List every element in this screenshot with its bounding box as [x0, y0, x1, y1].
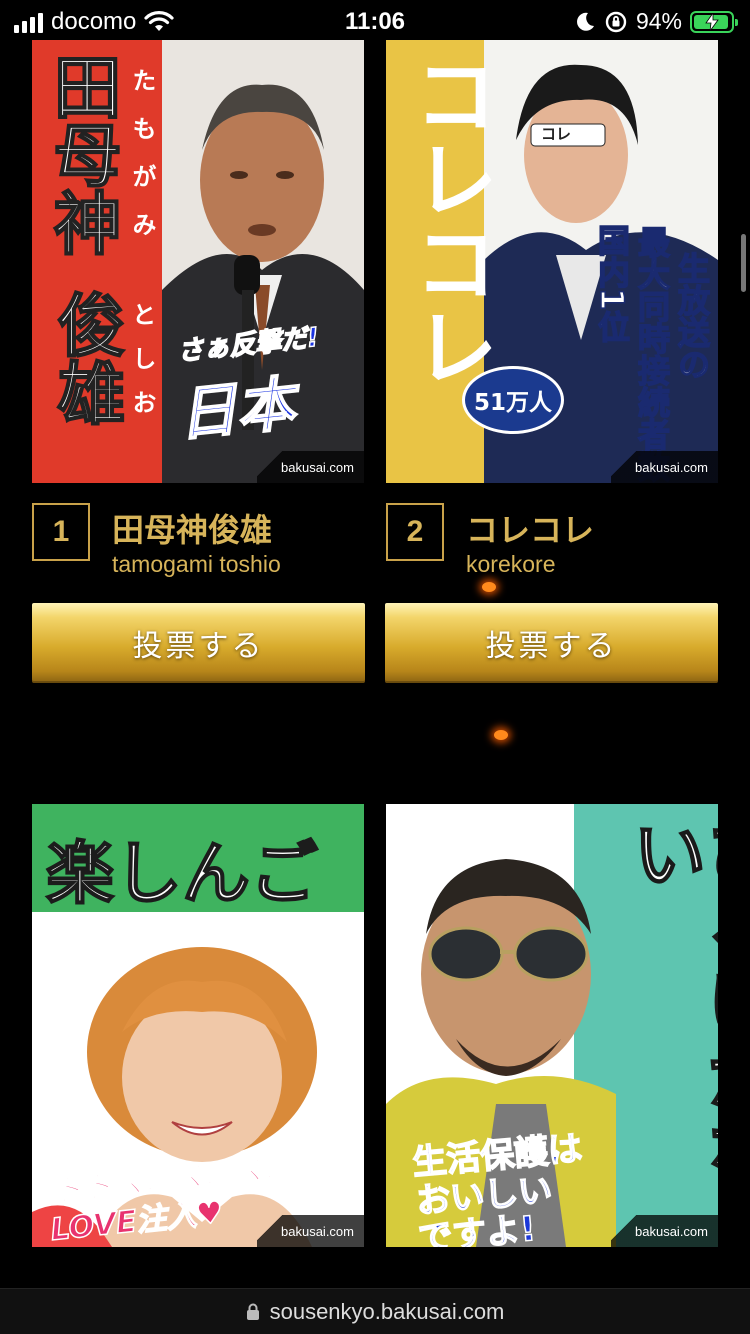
battery-icon [690, 10, 738, 33]
ember-decoration [494, 730, 508, 740]
orientation-lock-icon [605, 11, 627, 32]
poster-tagline-1: 生放送の [672, 251, 712, 381]
poster-slogan-big: 日本 [174, 368, 298, 450]
vote-button[interactable]: 投票する [385, 603, 718, 683]
poster-furigana-given: としお [128, 302, 156, 434]
moon-icon [577, 12, 594, 31]
candidate-romaji: korekore [466, 551, 556, 577]
vote-button[interactable]: 投票する [32, 603, 365, 683]
poster-bubble: 51万人 [462, 366, 564, 434]
url-bar[interactable]: sousenkyo.bakusai.com [0, 1288, 750, 1334]
poster-mask-text: コレ [541, 125, 572, 143]
candidate-name: 田母神俊雄 [112, 511, 273, 549]
poster-name-vertical: コレコレ [401, 52, 499, 388]
poster-furigana-family: たもがみ [128, 68, 156, 260]
candidate-poster-4[interactable]: ひろゆかない 生活保護は おいしい ですよ! bakusai.com [386, 804, 718, 1247]
candidate-poster-3[interactable]: 楽しんご ドドスコスコスコ LOVE注入♥ bakusai.com [32, 804, 364, 1247]
candidate-poster-1[interactable]: 田母神 俊雄 たもがみ としお さぁ反撃だ! 日本 bakusai.com [32, 40, 364, 483]
poster-watermark: bakusai.com [257, 1215, 364, 1247]
poster-tagline-3: 国内1位 [592, 223, 632, 343]
scrollbar-thumb[interactable] [741, 234, 746, 292]
candidate-poster-2[interactable]: コレ コレコレ 生放送の 最大同時接続者数 国内1位 51万人 bakusai.… [386, 40, 718, 483]
poster-name-given: 俊雄 [44, 289, 125, 427]
poster-watermark: bakusai.com [611, 1215, 718, 1247]
poster-tagline-2: 最大同時接続者数 [632, 225, 672, 483]
candidate-romaji: tamogami toshio [112, 551, 281, 577]
battery-percent: 94% [635, 8, 682, 34]
poster-banner-name: 楽しんご [45, 834, 319, 915]
poster-watermark: bakusai.com [257, 451, 364, 483]
lock-icon [246, 1303, 259, 1320]
poster-name-vertical: ひろゆかない [619, 815, 718, 1187]
vote-button-label: 投票する [132, 629, 265, 664]
rank-badge: 1 [32, 503, 90, 561]
status-bar: docomo 11:06 94% [0, 0, 750, 42]
poster-watermark: bakusai.com [611, 451, 718, 483]
poster-name-family: 田母神 [40, 51, 121, 257]
ember-decoration [482, 582, 496, 592]
status-right: 94% [574, 8, 738, 35]
candidate-name: コレコレ [466, 511, 595, 549]
vote-button-label: 投票する [485, 629, 618, 664]
url-text: sousenkyo.bakusai.com [269, 1298, 505, 1324]
rank-badge: 2 [386, 503, 444, 561]
